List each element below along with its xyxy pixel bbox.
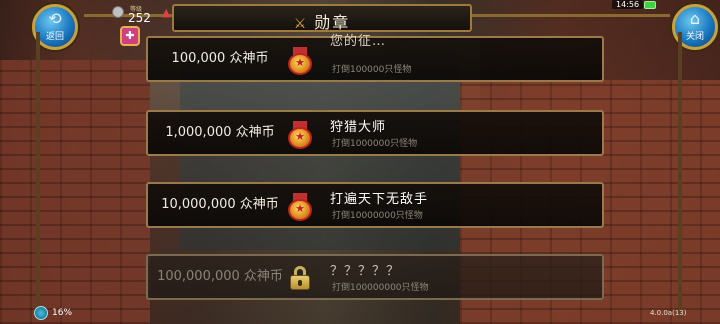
frame-border-right	[472, 14, 670, 17]
medal-price: 100,000 众神币	[171, 51, 269, 66]
medal-icon: ★	[288, 193, 312, 221]
medal-name: ？？？？？	[330, 264, 401, 279]
medal-description: 打倒100000000只怪物	[332, 283, 429, 293]
battery-icon	[644, 1, 656, 9]
medal-icon: ★	[288, 121, 312, 149]
medal-icon: ★	[288, 47, 312, 75]
hp-icon	[34, 306, 48, 320]
medal-price: 1,000,000 众神币	[165, 125, 275, 140]
level-icon	[112, 6, 124, 18]
home-icon: ⌂	[689, 9, 701, 28]
medal-name: 您的征…	[330, 34, 387, 49]
version-label: 4.0.0a(13)	[650, 309, 687, 317]
medal-name: 狩猎大师	[330, 120, 387, 135]
medal-price: 100,000,000 众神币	[157, 269, 283, 284]
medal-row-locked[interactable]: 100,000,000 众神币 ？？？？？ 打倒100000000只怪物	[146, 254, 604, 300]
medal-row[interactable]: 1,000,000 众神币 ★ 狩猎大师 打倒1000000只怪物	[146, 110, 604, 156]
title-bar: ⚔ 勋章	[172, 4, 472, 32]
medal-price: 10,000,000 众神币	[161, 197, 279, 212]
medal-row[interactable]: 100,000 众神币 ★ 您的征… 打倒100000只怪物	[146, 34, 604, 82]
page-title: ⚔ 勋章	[174, 9, 470, 33]
medal-name: 打遍天下无敌手	[330, 192, 429, 207]
medal-description: 打倒1000000只怪物	[332, 139, 418, 149]
level-value: 252	[128, 11, 151, 25]
medal-row[interactable]: 10,000,000 众神币 ★ 打遍天下无敌手 打倒10000000只怪物	[146, 182, 604, 228]
crossed-swords-icon: ⚔	[293, 16, 309, 32]
warning-icon: ▲	[162, 6, 171, 19]
back-arrow-icon: ⟲	[48, 9, 62, 28]
medal-description: 打倒100000只怪物	[332, 65, 412, 75]
lock-icon	[290, 266, 310, 290]
medal-description: 打倒10000000只怪物	[332, 211, 423, 221]
hp-percent: 16%	[52, 308, 73, 318]
clock: 14:56	[612, 0, 644, 9]
